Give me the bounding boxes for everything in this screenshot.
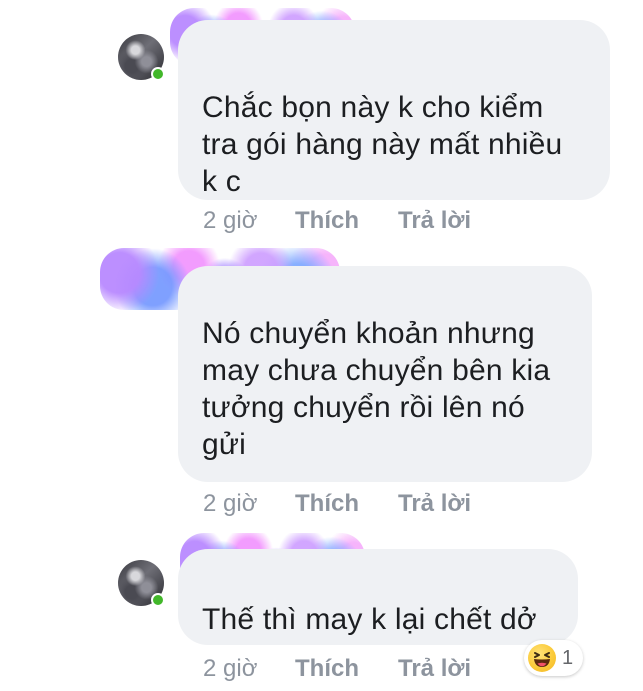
like-button[interactable]: Thích [295,655,398,683]
comment-text-line: gửi [202,428,247,461]
reply-button[interactable]: Trả lời [398,490,471,518]
comment-bubble: Nó chuyển khoản nhưng may chưa chuyển bê… [178,266,592,482]
comment-bubble: Thế thì may k lại chết dở [178,549,578,645]
reaction-count: 1 [562,646,574,669]
like-button[interactable]: Thích [295,207,398,235]
comment-actions: 2 giờ Thích Trả lời [203,206,471,236]
comment-text-line: may chưa chuyển bên kia [202,354,551,387]
online-status-icon [151,67,165,81]
comment-timestamp[interactable]: 2 giờ [203,490,295,518]
online-status-icon [151,593,165,607]
comment-timestamp[interactable]: 2 giờ [203,207,295,235]
like-button[interactable]: Thích [295,490,398,518]
reply-button[interactable]: Trả lời [398,655,471,683]
comment-text-line: k c [202,165,241,198]
reaction-summary[interactable]: 1 [524,640,584,676]
comment-actions: 2 giờ Thích Trả lời [203,654,471,684]
comment-actions: 2 giờ Thích Trả lời [203,489,471,519]
comment-text-line: tưởng chuyển rồi lên nó [202,391,525,424]
comment-text-line: Chắc bọn này k cho kiểm [202,91,544,124]
reply-button[interactable]: Trả lời [398,207,471,235]
comment-text-line: Nó chuyển khoản nhưng [202,317,535,350]
commenter-avatar[interactable] [118,560,165,607]
commenter-avatar[interactable] [118,34,165,81]
comment-timestamp[interactable]: 2 giờ [203,655,295,683]
comment-text-line: Thế thì may k lại chết dở [202,603,537,636]
comment-text-line: tra gói hàng này mất nhiều [202,128,563,161]
haha-emoji-icon [528,644,556,672]
comment-bubble: Chắc bọn này k cho kiểm tra gói hàng này… [178,20,610,200]
